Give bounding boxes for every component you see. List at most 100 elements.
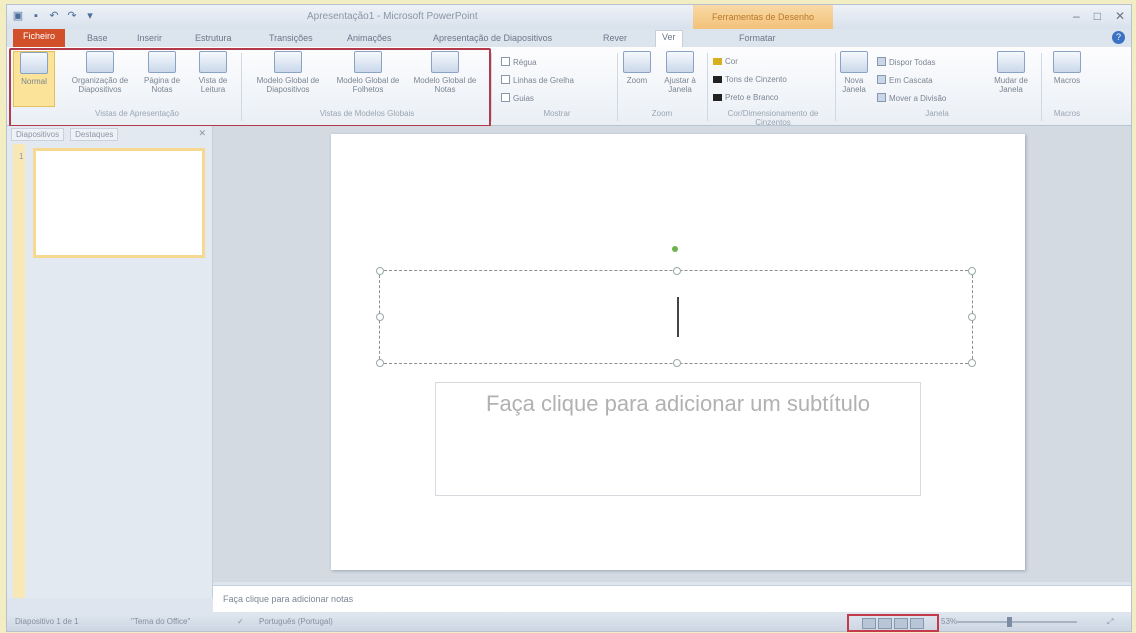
move-split-button[interactable]: Mover a Divisão <box>877 93 946 103</box>
zoom-level[interactable]: 53% <box>941 617 957 626</box>
notes-page-button[interactable]: Página de Notas <box>137 51 187 94</box>
group-label-show: Mostrar <box>543 109 571 118</box>
redo-icon[interactable]: ↷ <box>65 9 79 23</box>
handout-master-icon <box>354 51 382 73</box>
macros-icon <box>1053 51 1081 73</box>
group-label-presentation-views: Vistas de Apresentação <box>95 109 179 118</box>
text-cursor <box>677 297 679 337</box>
slide-sorter-icon <box>86 51 114 73</box>
tab-view[interactable]: Ver <box>655 30 683 48</box>
new-window-icon <box>840 51 868 73</box>
gridlines-checkbox[interactable]: Linhas de Grelha <box>501 75 574 85</box>
tab-transitions[interactable]: Transições <box>263 32 319 44</box>
slide-canvas[interactable]: Faça clique para adicionar um subtítulo <box>331 134 1025 570</box>
group-label-master-views: Vistas de Modelos Globais <box>319 109 415 118</box>
pane-tabs: Diapositivos Destaques <box>11 128 119 141</box>
zoom-slider-thumb[interactable] <box>1007 617 1012 627</box>
tab-slide-show[interactable]: Apresentação de Diapositivos <box>427 32 558 44</box>
resize-handle[interactable] <box>376 359 384 367</box>
reading-view-shortcut-icon[interactable] <box>894 617 908 629</box>
color-button[interactable]: Cor <box>713 57 738 66</box>
slide-sorter-button[interactable]: Organização de Diapositivos <box>65 51 135 94</box>
slide-master-icon <box>274 51 302 73</box>
status-bar: Diapositivo 1 de 1 "Tema do Office" ✓ Po… <box>7 613 1131 632</box>
group-label-color: Cor/Dimensionamento de Cinzentos <box>727 109 819 127</box>
ruler-checkbox[interactable]: Régua <box>501 57 537 67</box>
slide-info: Diapositivo 1 de 1 <box>15 617 79 626</box>
quick-access-toolbar: ▣ ▪ ↶ ↷ ▾ <box>11 9 97 23</box>
slide-master-button[interactable]: Modelo Global de Diapositivos <box>249 51 327 94</box>
resize-handle[interactable] <box>968 313 976 321</box>
app-icon[interactable]: ▣ <box>11 9 25 23</box>
undo-icon[interactable]: ↶ <box>47 9 61 23</box>
close-pane-icon[interactable]: ✕ <box>198 128 206 139</box>
grayscale-button[interactable]: Tons de Cinzento <box>713 75 787 84</box>
zoom-slider[interactable] <box>957 621 1077 623</box>
resize-handle[interactable] <box>376 267 384 275</box>
group-label-zoom: Zoom <box>651 109 673 118</box>
rotation-handle[interactable] <box>672 246 678 252</box>
macros-button[interactable]: Macros <box>1047 51 1087 85</box>
tab-insert[interactable]: Inserir <box>131 32 168 44</box>
group-separator <box>707 53 708 121</box>
title-bar: ▣ ▪ ↶ ↷ ▾ Apresentação1 - Microsoft Powe… <box>7 5 1131 29</box>
resize-handle[interactable] <box>673 267 681 275</box>
tab-review[interactable]: Rever <box>597 32 633 44</box>
tab-outline[interactable]: Destaques <box>70 128 119 141</box>
slides-pane: Diapositivos Destaques ✕ 1 <box>7 126 213 598</box>
group-separator <box>491 53 492 121</box>
slide-sorter-shortcut-icon[interactable] <box>878 617 892 629</box>
guides-checkbox[interactable]: Guias <box>501 93 534 103</box>
cascade-button[interactable]: Em Cascata <box>877 75 933 85</box>
spellcheck-icon[interactable]: ✓ <box>237 617 244 626</box>
group-separator <box>835 53 836 121</box>
notes-placeholder: Faça clique para adicionar notas <box>223 594 354 604</box>
new-window-button[interactable]: Nova Janela <box>837 51 871 94</box>
tab-animations[interactable]: Animações <box>341 32 398 44</box>
maximize-icon[interactable]: □ <box>1094 9 1101 23</box>
resize-handle[interactable] <box>968 267 976 275</box>
slide-show-shortcut-icon[interactable] <box>910 617 924 629</box>
subtitle-placeholder[interactable]: Faça clique para adicionar um subtítulo <box>435 382 921 496</box>
notes-master-button[interactable]: Modelo Global de Notas <box>409 51 481 94</box>
slide-thumbnail[interactable] <box>33 148 205 258</box>
switch-windows-button[interactable]: Mudar de Janela <box>987 51 1035 94</box>
title-placeholder[interactable] <box>376 267 976 367</box>
group-separator <box>1041 53 1042 121</box>
resize-handle[interactable] <box>968 359 976 367</box>
handout-master-button[interactable]: Modelo Global de Folhetos <box>329 51 407 94</box>
resize-handle[interactable] <box>376 313 384 321</box>
tab-design[interactable]: Estrutura <box>189 32 238 44</box>
window-title: Apresentação1 - Microsoft PowerPoint <box>307 11 478 22</box>
tab-slides[interactable]: Diapositivos <box>11 128 65 141</box>
tab-file[interactable]: Ficheiro <box>13 29 66 49</box>
zoom-button[interactable]: Zoom <box>621 51 653 85</box>
tab-format[interactable]: Formatar <box>733 32 782 44</box>
tab-home[interactable]: Base <box>81 32 114 44</box>
normal-view-button[interactable]: Normal <box>13 51 55 107</box>
notes-pane[interactable]: Faça clique para adicionar notas <box>213 585 1131 612</box>
fit-to-window-button[interactable]: Ajustar à Janela <box>657 51 703 94</box>
slide-number: 1 <box>19 152 24 161</box>
help-icon[interactable]: ? <box>1112 31 1125 44</box>
group-separator <box>617 53 618 121</box>
reading-view-icon <box>199 51 227 73</box>
switch-windows-icon <box>997 51 1025 73</box>
slide-editing-area: Faça clique para adicionar um subtítulo <box>213 126 1131 582</box>
fit-slide-icon[interactable]: ⤢ <box>1107 617 1113 627</box>
reading-view-button[interactable]: Vista de Leitura <box>191 51 235 94</box>
save-icon[interactable]: ▪ <box>29 9 43 23</box>
minimize-icon[interactable]: – <box>1073 9 1080 23</box>
resize-handle[interactable] <box>673 359 681 367</box>
group-label-window: Janela <box>925 109 949 118</box>
language[interactable]: Português (Portugal) <box>259 617 333 626</box>
ribbon-tabs: Ficheiro Base Inserir Estrutura Transiçõ… <box>7 29 1131 49</box>
normal-view-shortcut-icon[interactable] <box>862 617 876 629</box>
arrange-all-button[interactable]: Dispor Todas <box>877 57 936 67</box>
customize-qat-icon[interactable]: ▾ <box>83 9 97 23</box>
zoom-icon <box>623 51 651 73</box>
group-label-macros: Macros <box>1053 109 1081 118</box>
window-controls: – □ ✕ <box>1073 9 1125 23</box>
black-white-button[interactable]: Preto e Branco <box>713 93 778 102</box>
close-icon[interactable]: ✕ <box>1115 9 1125 23</box>
